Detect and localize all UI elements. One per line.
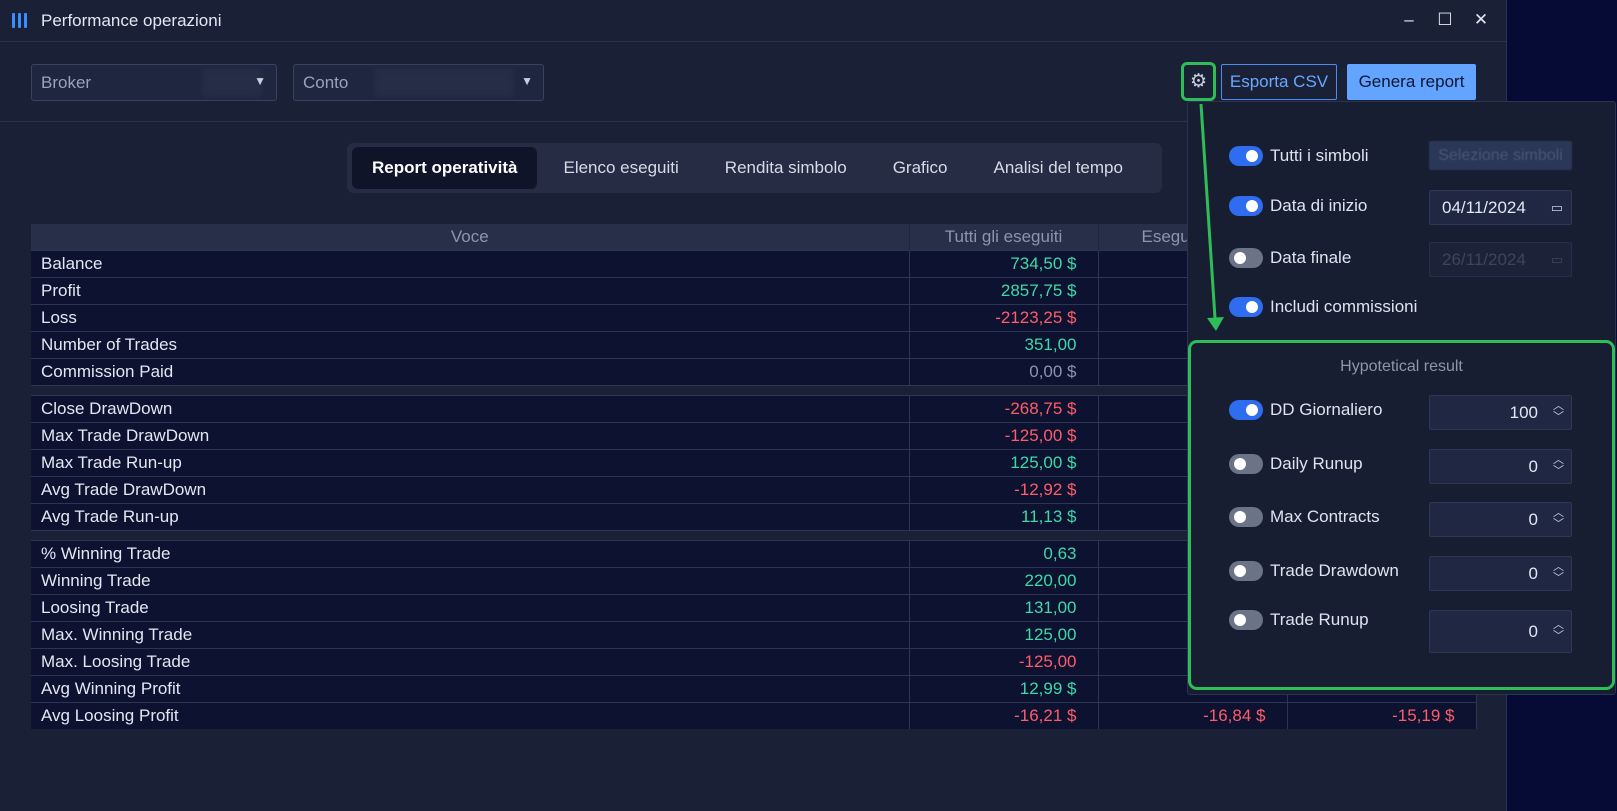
end-date-toggle[interactable]	[1229, 248, 1263, 268]
window-title: Performance operazioni	[41, 10, 222, 30]
conto-label: Conto	[303, 72, 349, 92]
cell-all-trades: 351,00	[909, 330, 1099, 358]
row-label: Avg Winning Profit	[31, 674, 910, 702]
gear-icon[interactable]: ⚙	[1181, 62, 1216, 101]
cell-all-trades: -2123,25 $	[909, 303, 1099, 331]
row-label: Profit	[31, 276, 910, 304]
tab-report-operativita[interactable]: Report operatività	[352, 147, 538, 189]
row-label: Close DrawDown	[31, 394, 910, 422]
row-label: % Winning Trade	[31, 539, 910, 567]
row-label: Winning Trade	[31, 566, 910, 594]
row-label: Max. Winning Trade	[31, 620, 910, 648]
calendar-icon: ▭	[1550, 251, 1563, 267]
conto-select[interactable]: Conto ▼	[293, 64, 544, 101]
maximize-icon[interactable]: ☐	[1432, 8, 1458, 32]
cell-all-trades: -125,00	[909, 647, 1099, 675]
broker-select[interactable]: Broker ▼	[31, 64, 277, 101]
row-label: Max Trade DrawDown	[31, 421, 910, 449]
cell-all-trades: 131,00	[909, 593, 1099, 621]
generate-report-button[interactable]: Genera report	[1347, 64, 1476, 100]
conto-value-redacted	[374, 68, 514, 97]
cell-all-trades: 125,00	[909, 620, 1099, 648]
cell-all-trades: 734,50 $	[909, 249, 1099, 277]
cell-all-trades: 0,63	[909, 539, 1099, 567]
row-label: Loosing Trade	[31, 593, 910, 621]
row-label: Loss	[31, 303, 910, 331]
setting-end-date: Data finale	[1229, 248, 1351, 268]
broker-value-redacted	[202, 68, 262, 97]
cell-all-trades: 12,99 $	[909, 674, 1099, 702]
chevron-down-icon: ▼	[521, 74, 533, 88]
minimize-icon[interactable]: –	[1396, 8, 1422, 32]
all-symbols-toggle[interactable]	[1229, 146, 1263, 166]
cell-all-trades: 2857,75 $	[909, 276, 1099, 304]
title-bar: Performance operazioni – ☐ ✕	[0, 0, 1506, 42]
setting-all-symbols: Tutti i simboli	[1229, 146, 1369, 166]
start-date-toggle[interactable]	[1229, 196, 1263, 216]
commissions-label: Includi commissioni	[1270, 297, 1418, 316]
tab-elenco-eseguiti[interactable]: Elenco eseguiti	[543, 147, 698, 189]
row-label: Avg Trade DrawDown	[31, 475, 910, 503]
all-symbols-label: Tutti i simboli	[1270, 146, 1369, 165]
cell-all-trades: -268,75 $	[909, 394, 1099, 422]
row-label: Avg Trade Run-up	[31, 502, 910, 530]
commissions-toggle[interactable]	[1229, 297, 1263, 317]
cell-all-trades: -16,21 $	[909, 701, 1099, 729]
cell-all-trades: 11,13 $	[909, 502, 1099, 530]
column-header-tutti: Tutti gli eseguiti	[909, 224, 1099, 250]
hypothetical-title: Hypotetical result	[1340, 358, 1463, 375]
tab-bar: Report operatività Elenco eseguiti Rendi…	[347, 143, 1162, 193]
close-icon[interactable]: ✕	[1468, 8, 1494, 32]
cell-all-trades: -125,00 $	[909, 421, 1099, 449]
calendar-icon[interactable]: ▭	[1551, 200, 1563, 216]
chevron-down-icon: ▼	[254, 74, 266, 88]
hypothetical-highlight-box: Hypotetical result	[1188, 340, 1615, 690]
broker-label: Broker	[41, 72, 92, 92]
app-logo-icon	[12, 13, 27, 28]
row-label: Max Trade Run-up	[31, 448, 910, 476]
row-label: Commission Paid	[31, 357, 910, 385]
start-date-input[interactable]: 04/11/2024 ▭	[1429, 190, 1572, 225]
start-date-label: Data di inizio	[1270, 196, 1368, 215]
cell-all-trades: 220,00	[909, 566, 1099, 594]
cell-all-trades: 125,00 $	[909, 448, 1099, 476]
cell-extra: -15,19 $	[1287, 701, 1477, 729]
tab-analisi-del-tempo[interactable]: Analisi del tempo	[974, 147, 1143, 189]
end-date-value: 26/11/2024	[1442, 249, 1526, 269]
row-label: Number of Trades	[31, 330, 910, 358]
setting-start-date: Data di inizio	[1229, 196, 1367, 216]
tab-rendita-simbolo[interactable]: Rendita simbolo	[705, 147, 867, 189]
cell-executed: -16,84 $	[1098, 701, 1288, 729]
export-csv-button[interactable]: Esporta CSV	[1221, 64, 1337, 100]
end-date-input: 26/11/2024 ▭	[1429, 242, 1572, 277]
row-label: Avg Loosing Profit	[31, 701, 910, 729]
column-header-voce: Voce	[31, 224, 910, 250]
table-row: Avg Loosing Profit -16,21 $ -16,84 $ -15,19…	[31, 701, 1477, 729]
start-date-value: 04/11/2024	[1442, 197, 1526, 217]
cell-all-trades: -12,92 $	[909, 475, 1099, 503]
setting-commissions: Includi commissioni	[1229, 297, 1417, 317]
select-symbols-button[interactable]: Selezione simboli	[1429, 141, 1572, 170]
row-label: Balance	[31, 249, 910, 277]
tab-grafico[interactable]: Grafico	[873, 147, 968, 189]
cell-all-trades: 0,00 $	[909, 357, 1099, 385]
row-label: Max. Loosing Trade	[31, 647, 910, 675]
end-date-label: Data finale	[1270, 248, 1352, 267]
